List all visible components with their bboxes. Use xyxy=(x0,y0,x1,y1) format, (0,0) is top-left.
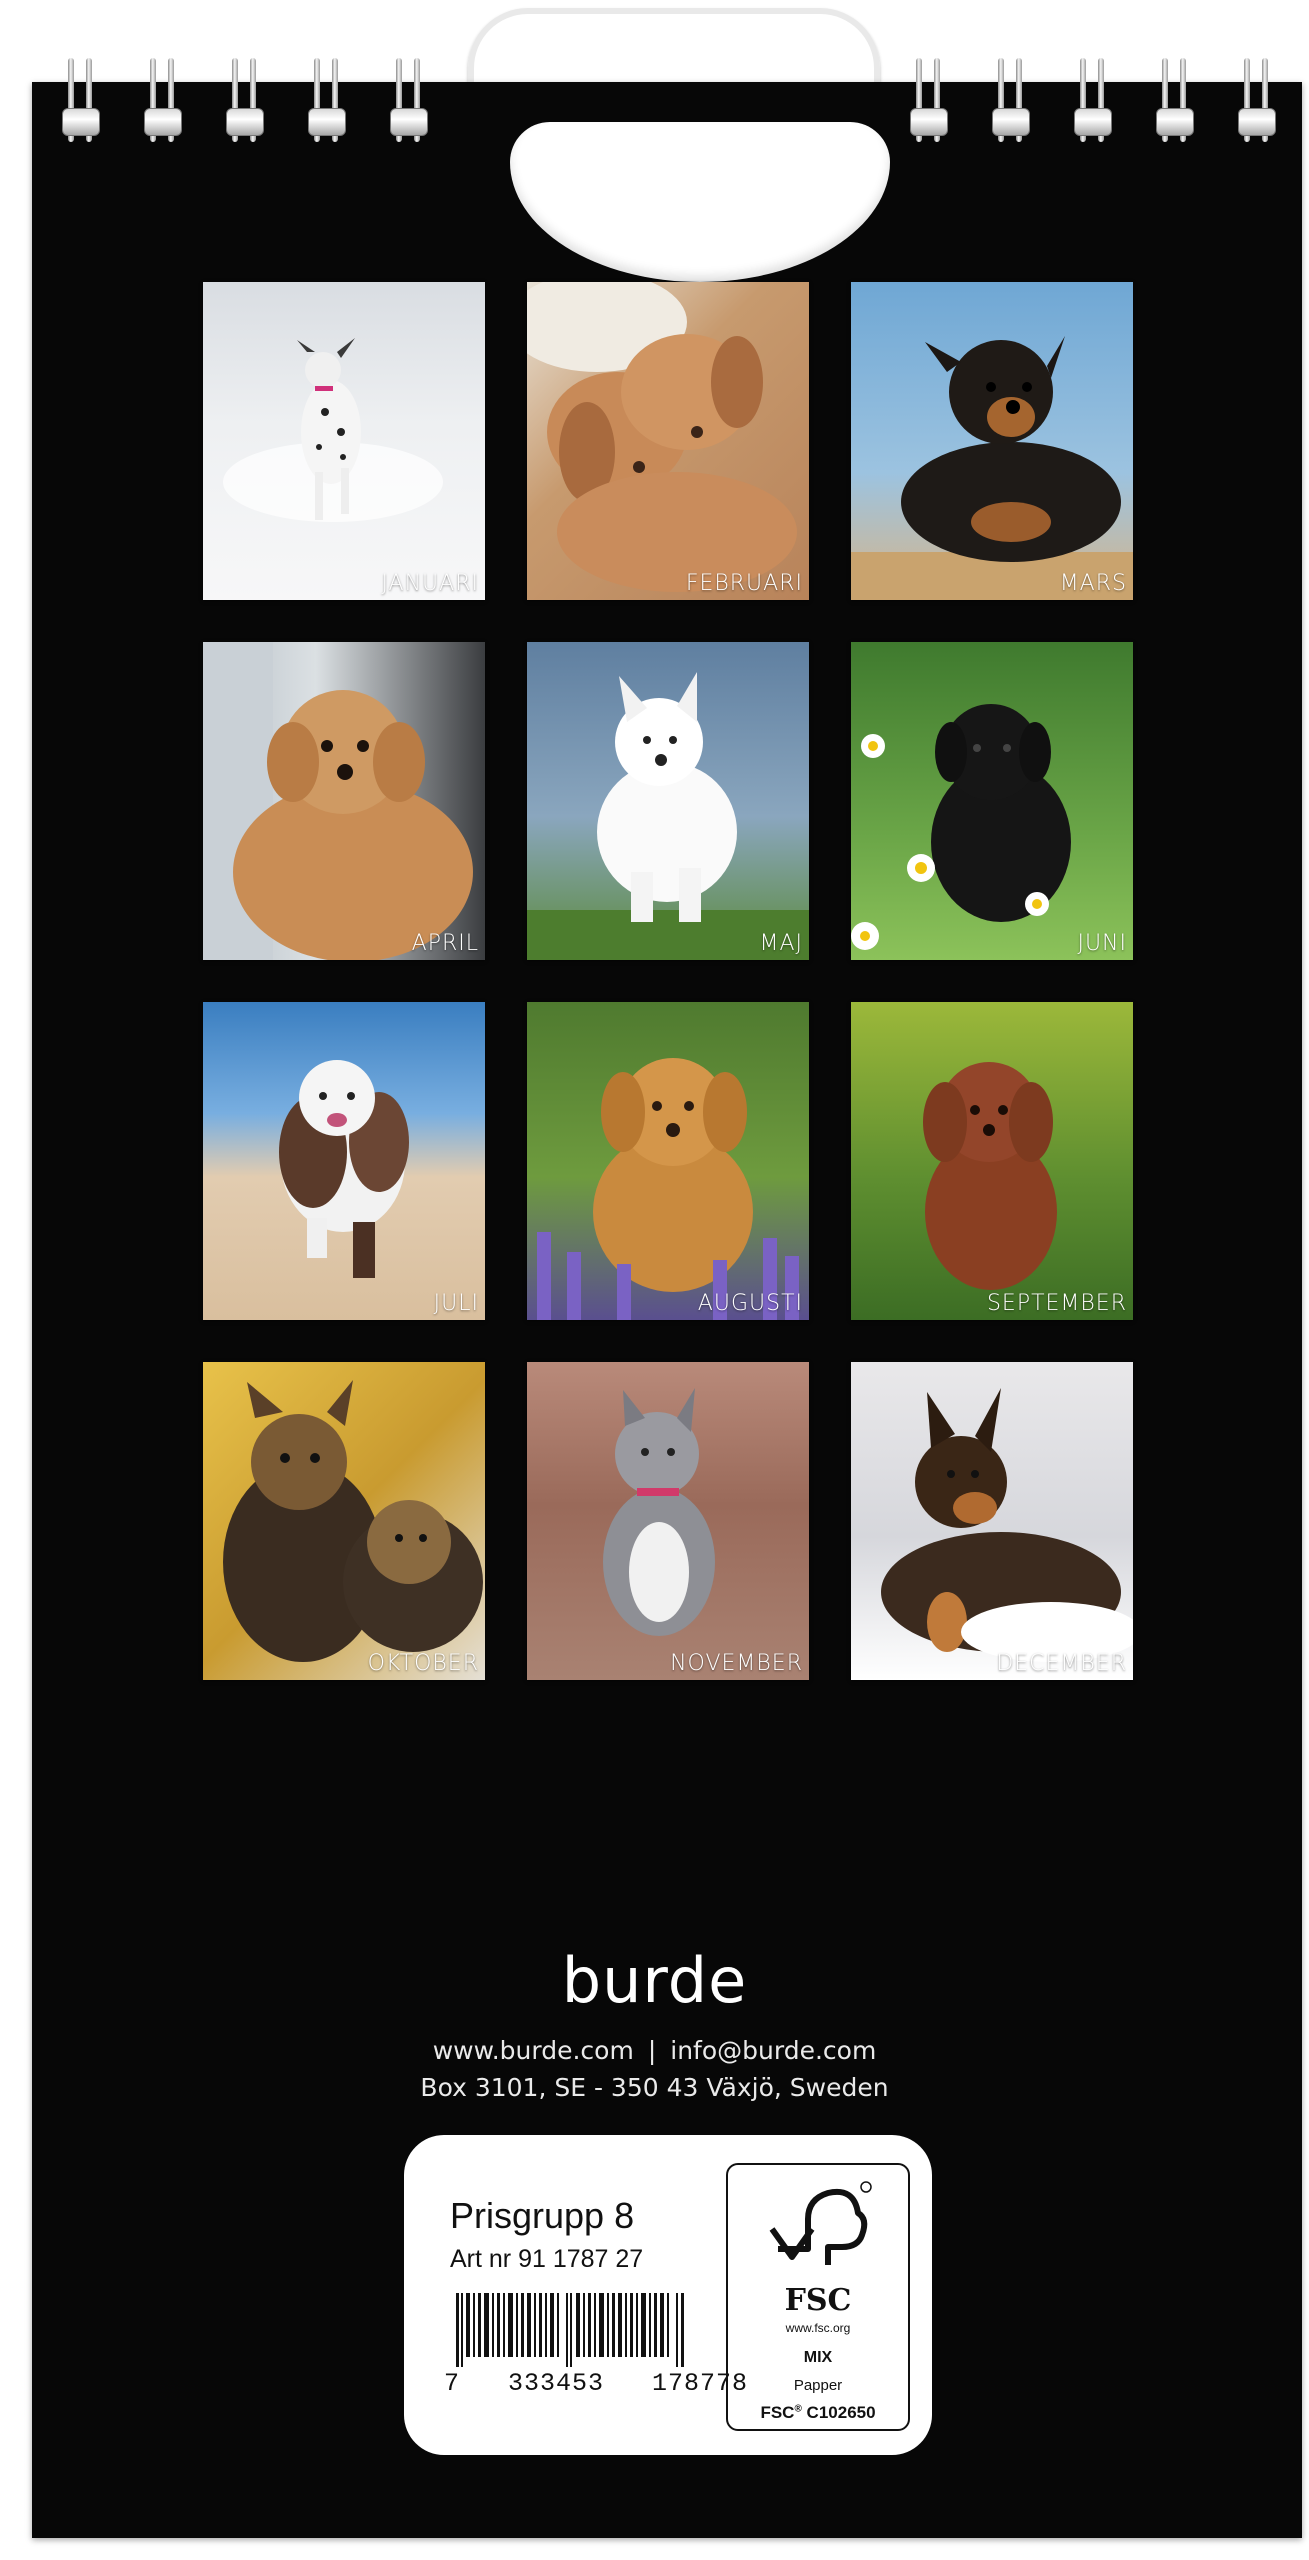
price-label-card: Prisgrupp 8 Art nr 91 1787 27 7 333453 1… xyxy=(404,2135,932,2455)
puppy-photo xyxy=(527,642,809,960)
fsc-code-number: C102650 xyxy=(806,2403,876,2422)
puppy-photo xyxy=(203,1002,485,1320)
month-label: MARS xyxy=(1059,571,1127,596)
separator: | xyxy=(647,2036,657,2065)
puppy-photo xyxy=(527,1362,809,1680)
puppy-photo xyxy=(203,1362,485,1680)
fsc-url: www.fsc.org xyxy=(785,2321,851,2335)
month-tile-oktober: OKTOBER xyxy=(203,1362,485,1680)
fsc-license-code: FSC® C102650 xyxy=(760,2403,876,2422)
fsc-tree-icon xyxy=(769,2181,872,2265)
fsc-mix: MIX xyxy=(803,2349,833,2366)
binding-ring xyxy=(1238,58,1276,148)
month-label: APRIL xyxy=(411,931,479,956)
puppy-photo xyxy=(203,282,485,600)
fsc-papper: Papper xyxy=(793,2377,843,2394)
fsc-certification: FSC www.fsc.org MIX Papper FSC® C102650 xyxy=(726,2163,910,2431)
brand-logo: burde xyxy=(561,1944,748,2017)
month-label: JULI xyxy=(433,1291,479,1316)
binding-ring xyxy=(1156,58,1194,148)
hanger-hole xyxy=(510,122,890,282)
puppy-photo xyxy=(527,282,809,600)
address-line: Box 3101, SE - 350 43 Växjö, Sweden xyxy=(420,2073,889,2102)
month-label: OKTOBER xyxy=(367,1651,479,1676)
binding-ring xyxy=(390,58,428,148)
website-link[interactable]: www.burde.com xyxy=(433,2036,634,2065)
month-label: MAJ xyxy=(759,931,803,956)
puppy-photo xyxy=(527,1002,809,1320)
month-label: JUNI xyxy=(1077,931,1127,956)
month-label: JANUARI xyxy=(381,571,479,596)
month-tile-februari: FEBRUARI xyxy=(527,282,809,600)
binding-ring xyxy=(308,58,346,148)
month-tile-september: SEPTEMBER xyxy=(851,1002,1133,1320)
fsc-code-prefix: FSC xyxy=(760,2403,795,2422)
email-link[interactable]: info@burde.com xyxy=(670,2036,876,2065)
puppy-photo xyxy=(851,1362,1133,1680)
binding-ring xyxy=(992,58,1030,148)
month-tile-december: DECEMBER xyxy=(851,1362,1133,1680)
month-label: DECEMBER xyxy=(996,1651,1127,1676)
fsc-logo-text: FSC xyxy=(784,2283,852,2318)
month-label: SEPTEMBER xyxy=(986,1291,1127,1316)
binding-ring xyxy=(62,58,100,148)
price-group: Prisgrupp 8 xyxy=(450,2195,635,2236)
article-number: Art nr 91 1787 27 xyxy=(450,2245,644,2273)
month-tile-juli: JULI xyxy=(203,1002,485,1320)
binding-ring xyxy=(226,58,264,148)
puppy-photo xyxy=(851,1002,1133,1320)
barcode-digits: 7 333453 178778 xyxy=(444,2369,749,2398)
month-tile-mars: MARS xyxy=(851,282,1133,600)
month-label: AUGUSTI xyxy=(697,1291,803,1316)
contact-line: www.burde.com | info@burde.com xyxy=(0,2036,1309,2065)
month-label: FEBRUARI xyxy=(685,571,803,596)
month-tile-november: NOVEMBER xyxy=(527,1362,809,1680)
month-tile-augusti: AUGUSTI xyxy=(527,1002,809,1320)
month-tile-januari: JANUARI xyxy=(203,282,485,600)
month-tile-april: APRIL xyxy=(203,642,485,960)
month-label: NOVEMBER xyxy=(670,1651,803,1676)
binding-ring xyxy=(1074,58,1112,148)
puppy-photo xyxy=(851,282,1133,600)
month-tile-maj: MAJ xyxy=(527,642,809,960)
binding-ring xyxy=(144,58,182,148)
month-tile-juni: JUNI xyxy=(851,642,1133,960)
puppy-photo xyxy=(851,642,1133,960)
puppy-photo xyxy=(203,642,485,960)
binding-ring xyxy=(910,58,948,148)
barcode xyxy=(456,2293,684,2367)
